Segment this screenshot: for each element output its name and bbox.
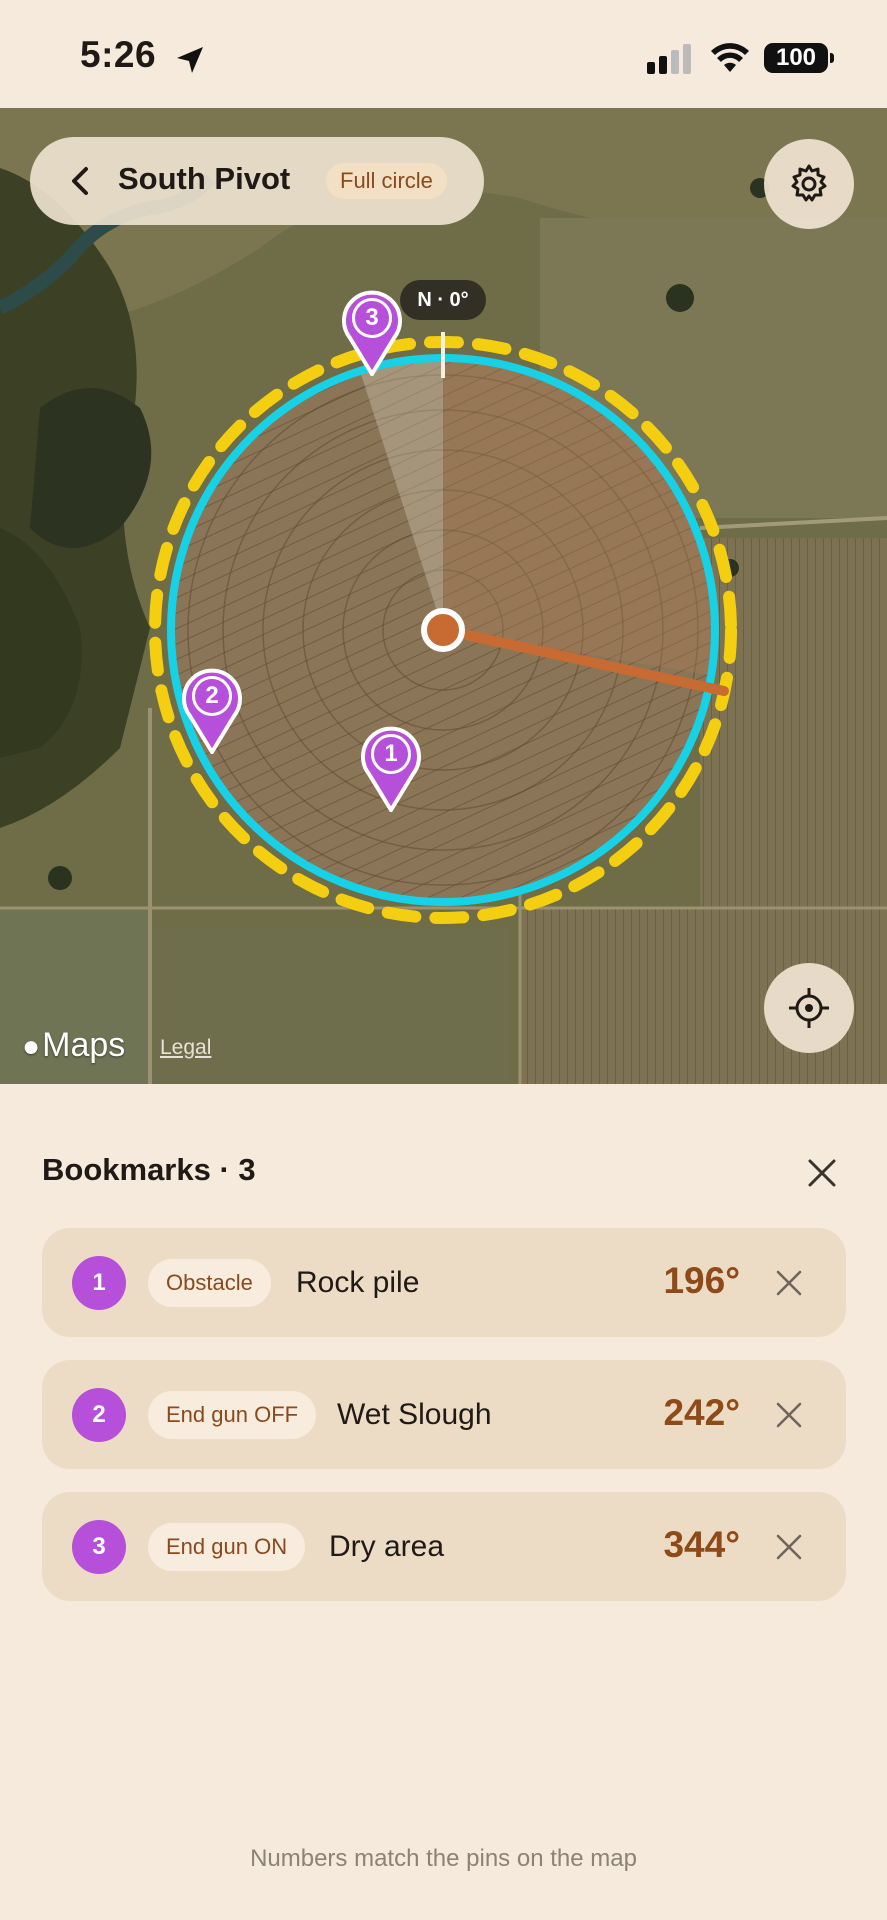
bookmark-number-badge: 3: [72, 1520, 126, 1574]
bookmark-angle: 344°: [663, 1524, 740, 1565]
pin-number: 3: [352, 298, 392, 338]
bookmark-row-2[interactable]: 2 End gun OFF Wet Slough 242°: [42, 1360, 846, 1469]
remove-bookmark-icon[interactable]: [774, 1268, 804, 1298]
locate-me-button[interactable]: [764, 963, 854, 1053]
pin-number: 2: [192, 676, 232, 716]
bookmark-name: Wet Slough: [337, 1398, 492, 1431]
status-time: 5:26: [80, 34, 157, 75]
bookmark-tag: End gun ON: [148, 1523, 306, 1571]
wifi-icon: [711, 43, 749, 72]
cellular-signal-icon: [647, 44, 691, 74]
maps-attribution: ●Maps: [22, 1026, 125, 1065]
map-pin-1[interactable]: 1: [360, 724, 422, 814]
bookmarks-title: Bookmarks · 3: [42, 1152, 256, 1187]
back-chevron-icon[interactable]: [68, 165, 92, 197]
bookmark-angle: 242°: [663, 1392, 740, 1433]
bookmark-tag: Obstacle: [148, 1259, 271, 1307]
settings-button[interactable]: [764, 139, 854, 229]
apple-logo-icon: ●: [22, 1030, 41, 1063]
footnote: Numbers match the pins on the map: [250, 1845, 637, 1872]
battery-indicator: 100: [764, 43, 834, 73]
bookmark-angle: 196°: [663, 1260, 740, 1301]
location-arrow-icon: [177, 47, 203, 73]
pivot-name: South Pivot: [118, 161, 291, 196]
bookmark-number-badge: 2: [72, 1388, 126, 1442]
bookmark-row-1[interactable]: 1 Obstacle Rock pile 196°: [42, 1228, 846, 1337]
map-pin-3[interactable]: 3: [341, 288, 403, 378]
crosshair-icon: [789, 988, 829, 1028]
bookmark-number-badge: 1: [72, 1256, 126, 1310]
bookmark-row-3[interactable]: 3 End gun ON Dry area 344°: [42, 1492, 846, 1601]
bookmark-name: Dry area: [329, 1530, 445, 1563]
map-pin-2[interactable]: 2: [181, 666, 243, 756]
close-icon[interactable]: [804, 1155, 840, 1191]
bookmark-name: Rock pile: [296, 1266, 420, 1299]
status-bar: 5:26 100: [0, 0, 887, 108]
satellite-map[interactable]: N · 0° 1 2 3 South Pivot Full circle ●Ma…: [0, 108, 887, 1084]
mode-badge: Full circle: [326, 163, 447, 199]
remove-bookmark-icon[interactable]: [774, 1400, 804, 1430]
pivot-arm[interactable]: [0, 108, 887, 1084]
remove-bookmark-icon[interactable]: [774, 1532, 804, 1562]
maps-attribution-label: Maps: [42, 1026, 126, 1064]
pivot-center[interactable]: [421, 608, 465, 652]
pin-number: 1: [371, 734, 411, 774]
legal-link[interactable]: Legal: [160, 1036, 211, 1060]
bookmark-tag: End gun OFF: [148, 1391, 317, 1439]
gear-icon: [791, 164, 827, 202]
pivot-title-bar: South Pivot Full circle: [30, 137, 484, 225]
